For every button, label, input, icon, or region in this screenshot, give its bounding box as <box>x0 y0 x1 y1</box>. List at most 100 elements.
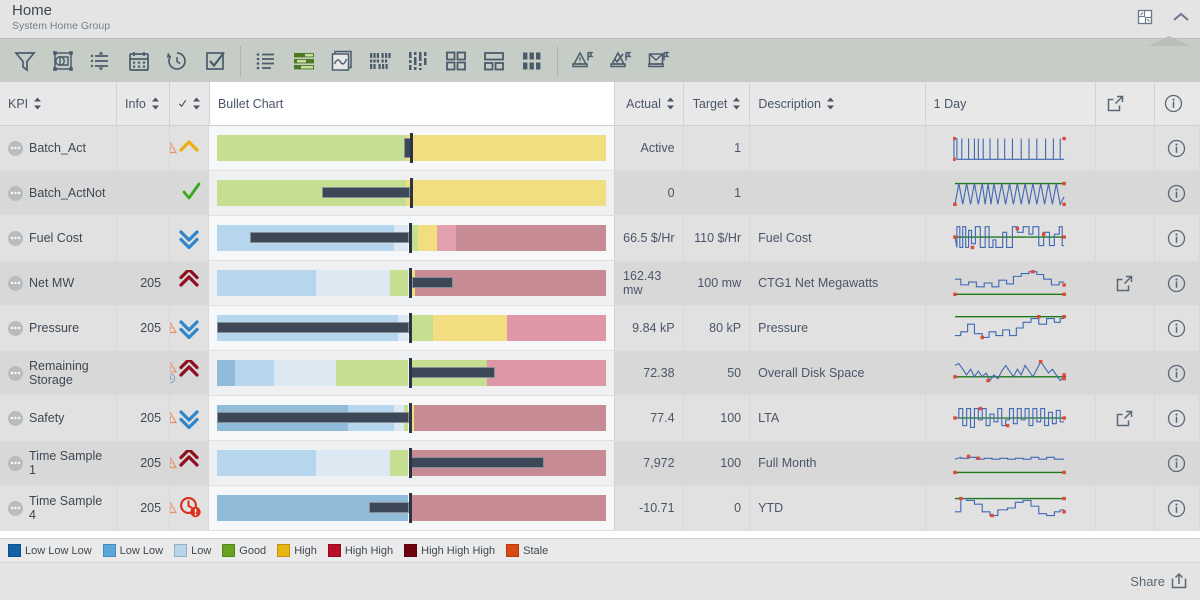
cell-sparkline[interactable] <box>926 396 1097 440</box>
kpi-menu-dots-icon[interactable] <box>8 275 23 291</box>
warning-triangle-icon[interactable] <box>170 142 178 154</box>
cell-row-info[interactable] <box>1155 216 1200 260</box>
block-grid-icon[interactable] <box>513 42 551 80</box>
column-header-bullet[interactable]: Bullet Chart <box>209 82 616 125</box>
open-external-icon[interactable] <box>1114 272 1136 294</box>
table-row[interactable]: Batch_ActNot 0 1 <box>0 171 1200 216</box>
cell-row-info[interactable] <box>1155 171 1200 215</box>
share-label[interactable]: Share <box>1130 574 1165 589</box>
kpi-menu-dots-icon[interactable] <box>8 365 23 381</box>
calendar-icon[interactable] <box>120 42 158 80</box>
info-circle-icon[interactable] <box>1166 362 1188 384</box>
cell-kpi[interactable]: Safety <box>0 396 118 440</box>
chevron-down-double-blue-icon[interactable] <box>178 405 202 432</box>
select-region-icon[interactable] <box>44 42 82 80</box>
cell-link[interactable] <box>1096 396 1155 440</box>
kpi-menu-dots-icon[interactable] <box>8 500 23 516</box>
sort-arrow-icon[interactable] <box>826 97 835 110</box>
cell-row-info[interactable] <box>1155 126 1200 170</box>
column-header-desc[interactable]: Description <box>750 82 926 125</box>
filter-icon[interactable] <box>6 42 44 80</box>
column-header-info[interactable]: Info <box>117 82 170 125</box>
checkbox-icon[interactable] <box>196 42 234 80</box>
alarm-export-icon[interactable] <box>564 42 602 80</box>
sort-icon[interactable] <box>82 42 120 80</box>
column-header-actual[interactable]: Actual <box>615 82 684 125</box>
cell-sparkline[interactable] <box>926 171 1097 215</box>
share-external-icon[interactable] <box>1171 572 1188 592</box>
mail-export-icon[interactable] <box>640 42 678 80</box>
warning-triangle-icon[interactable] <box>170 502 178 514</box>
cell-sparkline[interactable] <box>926 441 1097 485</box>
chevron-up-icon[interactable] <box>1170 6 1192 28</box>
kpi-menu-dots-icon[interactable] <box>8 410 23 426</box>
open-external-icon[interactable] <box>1114 407 1136 429</box>
info-circle-icon[interactable] <box>1166 407 1188 429</box>
kpi-menu-dots-icon[interactable] <box>8 230 23 246</box>
cell-kpi[interactable]: Remaining Storage <box>0 351 118 395</box>
chevron-down-double-blue-icon[interactable] <box>178 225 202 252</box>
table-row[interactable]: Time Sample 1 205 7,972 100 Full Month <box>0 441 1200 486</box>
info-circle-icon[interactable] <box>1166 137 1188 159</box>
tile-wide-icon[interactable] <box>475 42 513 80</box>
kpi-menu-dots-icon[interactable] <box>8 185 23 201</box>
cell-row-info[interactable] <box>1155 351 1200 395</box>
cell-kpi[interactable]: Pressure <box>0 306 118 350</box>
history-icon[interactable] <box>158 42 196 80</box>
column-header-info[interactable] <box>1155 82 1200 125</box>
cell-sparkline[interactable] <box>926 306 1097 350</box>
info-circle-icon[interactable] <box>1166 452 1188 474</box>
info-circle-icon[interactable] <box>1166 182 1188 204</box>
cell-sparkline[interactable] <box>926 351 1097 395</box>
info-circle-icon[interactable] <box>1166 227 1188 249</box>
table-row[interactable]: Safety 205 77.4 100 LTA <box>0 396 1200 441</box>
restore-window-icon[interactable] <box>1134 6 1156 28</box>
heatmap-icon[interactable] <box>361 42 399 80</box>
check-green-icon[interactable] <box>180 181 202 206</box>
table-row[interactable]: Remaining Storage 72.38 50 Overall Disk Spa… <box>0 351 1200 396</box>
trend-chart-icon[interactable] <box>323 42 361 80</box>
warning-triangle-icon[interactable] <box>170 457 178 469</box>
open-external-icon[interactable] <box>1104 93 1126 115</box>
chevron-up-double-red-icon[interactable] <box>178 447 202 477</box>
warning-triangle-icon[interactable] <box>170 412 178 424</box>
sort-arrow-icon[interactable] <box>151 97 160 110</box>
cell-row-info[interactable] <box>1155 396 1200 440</box>
bar-chart-icon[interactable] <box>399 42 437 80</box>
warning-triangle-icon[interactable] <box>170 322 178 334</box>
kpi-menu-dots-icon[interactable] <box>8 320 23 336</box>
cell-kpi[interactable]: Time Sample 4 <box>0 486 118 530</box>
chevron-up-double-red-icon[interactable] <box>178 357 202 387</box>
table-row[interactable]: Batch_Act Active 1 <box>0 126 1200 171</box>
cell-link[interactable] <box>1096 261 1155 305</box>
info-circle-icon[interactable] <box>1163 93 1185 115</box>
column-header-spark[interactable]: 1 Day <box>926 82 1097 125</box>
clock-alert-red-icon[interactable] <box>178 495 202 522</box>
info-circle-icon[interactable] <box>1166 317 1188 339</box>
cell-row-info[interactable] <box>1155 486 1200 530</box>
table-row[interactable]: Net MW 205 162.43 mw 100 mw CTG1 Net Megawat… <box>0 261 1200 306</box>
info-circle-icon[interactable] <box>1166 497 1188 519</box>
cell-sparkline[interactable] <box>926 126 1097 170</box>
cell-kpi[interactable]: Time Sample 1 <box>0 441 118 485</box>
sort-arrow-icon[interactable] <box>666 97 675 110</box>
cell-kpi[interactable]: Net MW <box>0 261 118 305</box>
chevron-up-double-red-icon[interactable] <box>178 267 202 297</box>
cell-sparkline[interactable] <box>926 261 1097 305</box>
column-header-target[interactable]: Target <box>684 82 751 125</box>
cell-row-info[interactable] <box>1155 261 1200 305</box>
cell-sparkline[interactable] <box>926 216 1097 260</box>
sort-arrow-icon[interactable] <box>732 97 741 110</box>
bullet-chart-icon[interactable] <box>285 42 323 80</box>
cell-sparkline[interactable] <box>926 486 1097 530</box>
column-header-check[interactable] <box>170 82 210 125</box>
cell-kpi[interactable]: Batch_Act <box>0 126 118 170</box>
table-row[interactable]: Pressure 205 9.84 kP 80 kP Pressure <box>0 306 1200 351</box>
sort-arrow-icon[interactable] <box>192 97 201 110</box>
kpi-menu-dots-icon[interactable] <box>8 455 23 471</box>
list-view-icon[interactable] <box>247 42 285 80</box>
kpi-menu-dots-icon[interactable] <box>8 140 23 156</box>
cell-kpi[interactable]: Fuel Cost <box>0 216 118 260</box>
cell-row-info[interactable] <box>1155 306 1200 350</box>
chevron-down-double-blue-icon[interactable] <box>178 315 202 342</box>
